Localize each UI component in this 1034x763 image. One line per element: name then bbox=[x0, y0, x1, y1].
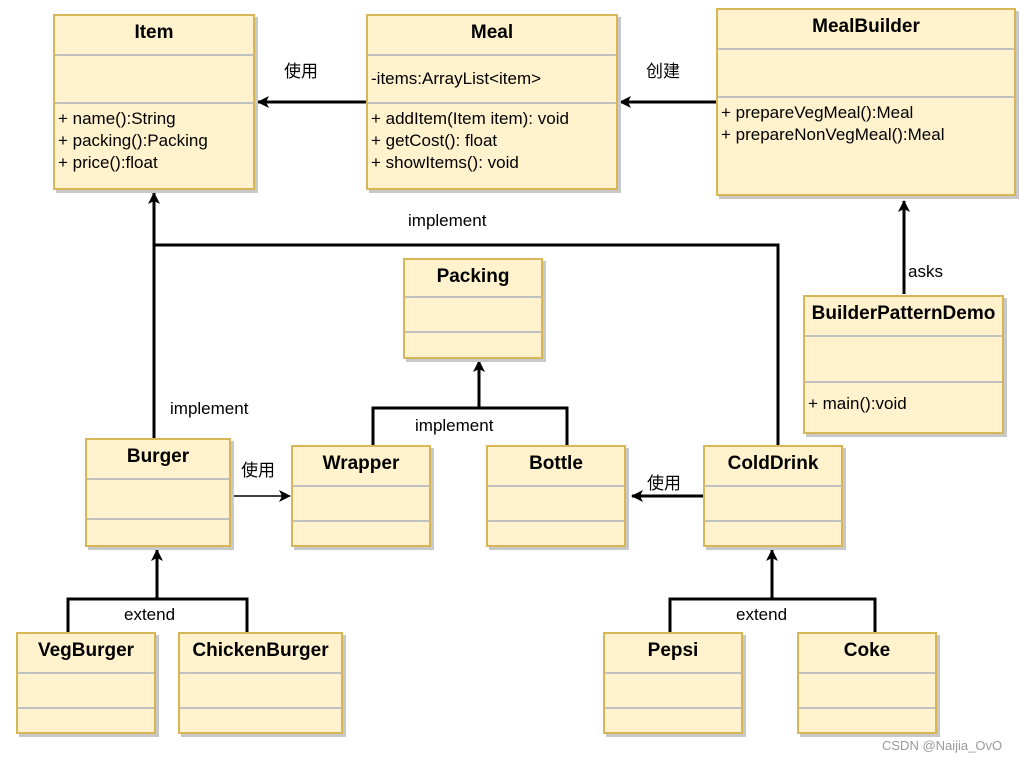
methods-section bbox=[405, 331, 541, 357]
edge-label-colddrink-extend: extend bbox=[736, 605, 788, 624]
methods-section bbox=[180, 707, 341, 732]
methods-section: + main():void bbox=[805, 381, 1002, 415]
method: + addItem(Item item): void bbox=[371, 109, 569, 128]
method: + prepareVegMeal():Meal bbox=[721, 103, 914, 122]
method: + name():String bbox=[58, 109, 176, 128]
edge-label-burger-uses-wrapper: 使用 bbox=[241, 461, 275, 480]
class-vegburger[interactable]: VegBurger bbox=[16, 632, 156, 734]
edge-label-burger-extend: extend bbox=[124, 605, 176, 624]
class-name: ChickenBurger bbox=[192, 640, 329, 661]
methods-section bbox=[605, 707, 741, 732]
class-packing[interactable]: Packing bbox=[403, 258, 543, 359]
attributes-section bbox=[405, 296, 541, 331]
edge-label-meal-uses-item: 使用 bbox=[284, 62, 318, 81]
method: + main():void bbox=[808, 394, 907, 413]
class-name: Bottle bbox=[529, 453, 583, 474]
class-coke[interactable]: Coke bbox=[797, 632, 937, 734]
attributes-section bbox=[55, 54, 253, 102]
edge-label-top-implement: implement bbox=[408, 211, 487, 230]
methods-section bbox=[488, 520, 624, 545]
attribute: -items:ArrayList<item> bbox=[371, 69, 542, 88]
attributes-section: -items:ArrayList<item> bbox=[368, 54, 616, 102]
class-name: ColdDrink bbox=[727, 453, 819, 474]
class-burger[interactable]: Burger bbox=[85, 438, 231, 547]
class-name: Packing bbox=[436, 266, 510, 287]
class-mealbuilder[interactable]: MealBuilder + prepareVegMeal():Meal + pr… bbox=[716, 8, 1016, 196]
class-name: Wrapper bbox=[322, 453, 400, 474]
attributes-section bbox=[799, 672, 935, 707]
class-builderpatterndemo[interactable]: BuilderPatternDemo + main():void bbox=[803, 295, 1004, 434]
class-name: Coke bbox=[843, 640, 891, 661]
method: + price():float bbox=[58, 153, 158, 172]
attributes-section bbox=[605, 672, 741, 707]
class-pepsi[interactable]: Pepsi bbox=[603, 632, 743, 734]
method: + packing():Packing bbox=[58, 131, 208, 150]
edge-label-packing-implement: implement bbox=[415, 416, 494, 435]
methods-section bbox=[293, 520, 429, 545]
attributes-section bbox=[180, 672, 341, 707]
edge-label-demo-asks-builder: asks bbox=[908, 262, 943, 281]
edge-label-colddrink-uses-bottle: 使用 bbox=[647, 474, 681, 493]
class-wrapper[interactable]: Wrapper bbox=[291, 445, 431, 547]
attributes-section bbox=[87, 478, 229, 518]
attributes-section bbox=[705, 485, 841, 520]
class-name: Burger bbox=[126, 446, 190, 467]
class-name: VegBurger bbox=[37, 640, 135, 661]
class-meal[interactable]: Meal -items:ArrayList<item> + addItem(It… bbox=[366, 14, 618, 190]
attributes-section bbox=[488, 485, 624, 520]
methods-section bbox=[799, 707, 935, 732]
class-name: BuilderPatternDemo bbox=[811, 303, 996, 324]
method: + getCost(): float bbox=[371, 131, 498, 150]
methods-section bbox=[18, 707, 154, 732]
class-item[interactable]: Item + name():String + packing():Packing… bbox=[53, 14, 255, 190]
methods-section bbox=[87, 518, 229, 545]
method: + prepareNonVegMeal():Meal bbox=[721, 125, 945, 144]
edge-label-builder-creates-meal: 创建 bbox=[646, 62, 680, 81]
class-name: Meal bbox=[470, 22, 514, 43]
methods-section: + prepareVegMeal():Meal + prepareNonVegM… bbox=[718, 96, 1014, 146]
class-name: Pepsi bbox=[647, 640, 699, 661]
methods-section bbox=[705, 520, 841, 545]
class-bottle[interactable]: Bottle bbox=[486, 445, 626, 547]
methods-section: + addItem(Item item): void + getCost(): … bbox=[368, 102, 616, 174]
edge-label-burger-implement: implement bbox=[170, 399, 249, 418]
class-name: MealBuilder bbox=[812, 16, 920, 37]
attributes-section bbox=[718, 48, 1014, 96]
attributes-section bbox=[805, 335, 1002, 381]
methods-section: + name():String + packing():Packing + pr… bbox=[55, 102, 253, 174]
attributes-section bbox=[293, 485, 429, 520]
class-colddrink[interactable]: ColdDrink bbox=[703, 445, 843, 547]
class-name: Item bbox=[134, 22, 174, 43]
class-chickenburger[interactable]: ChickenBurger bbox=[178, 632, 343, 734]
method: + showItems(): void bbox=[371, 153, 519, 172]
watermark: CSDN @Naijia_OvO bbox=[882, 738, 1003, 753]
attributes-section bbox=[18, 672, 154, 707]
